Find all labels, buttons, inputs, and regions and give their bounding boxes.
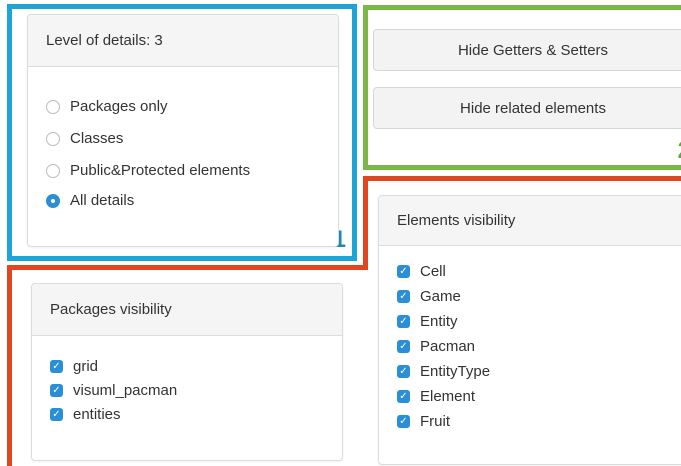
checkbox-checked-icon[interactable]: ✓ xyxy=(50,360,63,373)
radio-label: All details xyxy=(70,192,135,209)
element-check-pacman[interactable]: ✓ Pacman xyxy=(397,338,475,355)
radio-button[interactable] xyxy=(46,131,60,146)
radio-packages-only[interactable]: Packages only xyxy=(46,98,168,115)
check-label: Cell xyxy=(420,263,446,280)
element-check-game[interactable]: ✓ Game xyxy=(397,288,461,305)
check-label: Pacman xyxy=(420,338,476,355)
hide-related-elements-button[interactable]: Hide related elements xyxy=(373,87,681,129)
package-check-grid[interactable]: ✓ grid xyxy=(50,358,98,375)
level-of-details-panel: Level of details: 3 Packages only Classe… xyxy=(27,14,339,247)
element-check-entitytype[interactable]: ✓ EntityType xyxy=(397,363,490,380)
radio-all-details[interactable]: All details xyxy=(46,192,134,209)
element-check-entity[interactable]: ✓ Entity xyxy=(397,313,458,330)
checkbox-checked-icon[interactable]: ✓ xyxy=(397,365,410,378)
hide-getters-setters-button[interactable]: Hide Getters & Setters xyxy=(373,29,681,71)
check-label: Game xyxy=(420,288,461,305)
element-check-fruit[interactable]: ✓ Fruit xyxy=(397,413,450,430)
element-check-element[interactable]: ✓ Element xyxy=(397,388,475,405)
checkbox-checked-icon[interactable]: ✓ xyxy=(397,390,410,403)
check-label: entities xyxy=(73,406,121,423)
check-label: Element xyxy=(420,388,476,405)
radio-public-protected[interactable]: Public&Protected elements xyxy=(46,162,250,179)
elements-visibility-panel: Elements visibility ✓ Cell ✓ Game ✓ Enti… xyxy=(378,195,681,465)
radio-label: Classes xyxy=(70,130,124,147)
checkbox-checked-icon[interactable]: ✓ xyxy=(50,384,63,397)
checkbox-checked-icon[interactable]: ✓ xyxy=(397,415,410,428)
radio-label: Packages only xyxy=(70,98,168,115)
element-check-cell[interactable]: ✓ Cell xyxy=(397,263,446,280)
checkbox-checked-icon[interactable]: ✓ xyxy=(397,340,410,353)
checkbox-checked-icon[interactable]: ✓ xyxy=(50,408,63,421)
radio-classes[interactable]: Classes xyxy=(46,130,123,147)
packages-visibility-heading: Packages visibility xyxy=(32,284,342,336)
radio-button[interactable] xyxy=(46,99,60,114)
check-label: grid xyxy=(73,358,99,375)
radio-button-checked[interactable] xyxy=(46,193,60,208)
checkbox-checked-icon[interactable]: ✓ xyxy=(397,290,410,303)
radio-label: Public&Protected elements xyxy=(70,162,251,179)
packages-visibility-panel: Packages visibility ✓ grid ✓ visuml_pacm… xyxy=(31,283,343,461)
check-label: Fruit xyxy=(420,413,450,430)
checkbox-checked-icon[interactable]: ✓ xyxy=(397,265,410,278)
package-check-visuml-pacman[interactable]: ✓ visuml_pacman xyxy=(50,382,177,399)
region-2-number: 2 xyxy=(678,137,681,165)
radio-button[interactable] xyxy=(46,163,60,178)
level-of-details-heading: Level of details: 3 xyxy=(28,15,338,67)
check-label: Entity xyxy=(420,313,458,330)
package-check-entities[interactable]: ✓ entities xyxy=(50,406,121,423)
check-label: EntityType xyxy=(420,363,491,380)
check-label: visuml_pacman xyxy=(73,382,178,399)
elements-visibility-heading: Elements visibility xyxy=(379,196,681,246)
checkbox-checked-icon[interactable]: ✓ xyxy=(397,315,410,328)
